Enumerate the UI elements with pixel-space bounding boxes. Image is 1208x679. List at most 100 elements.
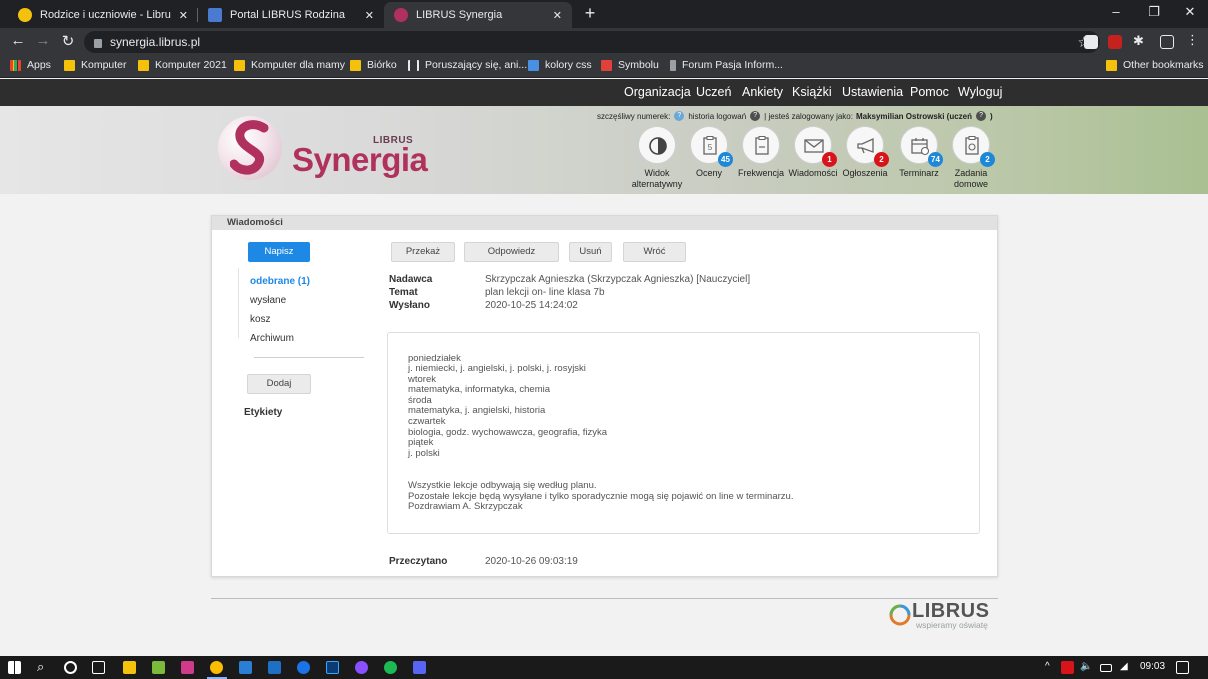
menu-ustawienia[interactable]: Ustawienia: [842, 85, 903, 99]
grades-icon: 5: [703, 136, 717, 155]
homework-icon: [965, 136, 979, 155]
site-favicon-icon: [670, 59, 676, 71]
help-icon[interactable]: ?: [750, 111, 761, 121]
bookmark-komputer[interactable]: Komputer: [64, 59, 127, 71]
app-icon[interactable]: [181, 661, 194, 674]
add-folder-button[interactable]: Dodaj: [247, 374, 311, 394]
new-tab-button[interactable]: +: [580, 3, 600, 24]
message-line: Wszystkie lekcje odbywają się według pla…: [408, 480, 597, 491]
icon-frekwencja[interactable]: Frekwencja: [731, 126, 791, 179]
wifi-icon[interactable]: ◢: [1120, 661, 1128, 672]
task-view-icon[interactable]: [92, 661, 105, 674]
folder-odebrane[interactable]: odebrane (1): [250, 276, 310, 287]
bookmark-label: Biórko: [367, 59, 397, 71]
attendance-icon: [755, 136, 769, 155]
puzzle-icon[interactable]: ✱: [1133, 33, 1147, 48]
brackets-icon: [408, 59, 419, 71]
close-icon[interactable]: ✕: [179, 9, 188, 22]
compose-button[interactable]: Napisz: [248, 242, 310, 262]
bookmark-forum[interactable]: Forum Pasja Inform...: [670, 59, 783, 71]
bookmark-biorko[interactable]: Biórko: [350, 59, 397, 71]
menu-ksiazki[interactable]: Książki: [792, 85, 832, 99]
bookmark-symbolu[interactable]: Symbolu: [601, 59, 659, 71]
spotify-icon[interactable]: [384, 661, 397, 674]
close-window-icon[interactable]: ✕: [1180, 4, 1200, 20]
minimize-icon[interactable]: –: [1106, 4, 1126, 19]
forward-button[interactable]: Przekaż: [391, 242, 455, 262]
librus-logo-icon: [889, 604, 911, 626]
menu-organizacja[interactable]: Organizacja: [624, 85, 691, 99]
address-bar[interactable]: synergia.librus.pl ☆: [84, 31, 1100, 53]
search-icon[interactable]: ⌕: [37, 659, 44, 675]
tray-chevron-icon[interactable]: ^: [1045, 661, 1050, 672]
tab-librus-synergia[interactable]: LIBRUS Synergia ✕: [384, 2, 572, 28]
megaphone-icon: [857, 137, 874, 154]
reload-icon[interactable]: ↻: [59, 32, 77, 50]
page-header: LIBRUS Synergia szczęśliwy numerek: ? hi…: [0, 106, 1208, 194]
folder-list-rule: [238, 268, 239, 338]
close-icon[interactable]: ✕: [553, 9, 562, 22]
extension-icon[interactable]: [1108, 35, 1122, 49]
app-icon[interactable]: [239, 661, 252, 674]
notifications-icon[interactable]: [1176, 661, 1189, 674]
cortana-icon[interactable]: [64, 661, 77, 674]
url-text: synergia.librus.pl: [110, 35, 201, 49]
reading-list-icon[interactable]: [1160, 35, 1174, 49]
icon-widok-alternatywny[interactable]: Widok alternatywny: [627, 126, 687, 190]
folder-icon: [64, 59, 75, 71]
back-button[interactable]: Wróć: [623, 242, 686, 262]
app-icon[interactable]: [413, 661, 426, 674]
login-history-link[interactable]: historia logowań: [688, 112, 746, 121]
bookmark-label: Komputer dla mamy: [251, 59, 345, 71]
footer-logo: LIBRUS wspieramy oświatę: [888, 600, 1000, 631]
messenger-icon[interactable]: [297, 661, 310, 674]
menu-uczen[interactable]: Uczeń: [696, 85, 731, 99]
bookmark-komputer-dla-mamy[interactable]: Komputer dla mamy: [234, 59, 345, 71]
battery-icon[interactable]: [1100, 664, 1112, 672]
extension-icon[interactable]: [1084, 35, 1098, 49]
back-arrow-icon[interactable]: ←: [9, 32, 27, 49]
forward-arrow-icon[interactable]: →: [34, 32, 52, 49]
close-icon[interactable]: ✕: [365, 9, 374, 22]
icon-label: Zadania domowe: [953, 168, 989, 189]
bookmark-apps[interactable]: Apps: [10, 59, 51, 71]
app-icon[interactable]: [152, 661, 165, 674]
bookmark-label: kolory css: [545, 59, 592, 71]
icon-oceny[interactable]: 5 45 Oceny: [679, 126, 739, 179]
tray-app-icon[interactable]: [1061, 661, 1074, 674]
folder-kosz[interactable]: kosz: [250, 314, 271, 325]
menu-wyloguj[interactable]: Wyloguj: [958, 85, 1002, 99]
clock[interactable]: 09:03: [1140, 661, 1165, 672]
photoshop-icon[interactable]: [326, 661, 339, 674]
librus-page: Organizacja Uczeń Ankiety Książki Ustawi…: [0, 79, 1208, 656]
mail-icon[interactable]: [268, 661, 281, 674]
tab-portal-librus[interactable]: Portal LIBRUS Rodzina ✕: [198, 2, 384, 28]
folder-wyslane[interactable]: wysłane: [250, 295, 286, 306]
restore-icon[interactable]: ❐: [1144, 4, 1164, 20]
chrome-icon[interactable]: [210, 661, 223, 674]
bookmark-kolory-css[interactable]: kolory css: [528, 59, 592, 71]
file-explorer-icon[interactable]: [123, 661, 136, 674]
bookmark-komputer-2021[interactable]: Komputer 2021: [138, 59, 227, 71]
delete-button[interactable]: Usuń: [569, 242, 612, 262]
app-icon[interactable]: [355, 661, 368, 674]
windows-start-icon[interactable]: [8, 661, 21, 674]
taskbar: ⌕ ^ 🔈 ◢ 09:03: [0, 656, 1208, 679]
folder-icon: [234, 59, 245, 71]
help-icon[interactable]: ?: [674, 111, 685, 121]
menu-ankiety[interactable]: Ankiety: [742, 85, 783, 99]
reply-button[interactable]: Odpowiedz: [464, 242, 559, 262]
bookmark-poruszajacy[interactable]: Poruszający się, ani...: [408, 59, 527, 71]
menu-pomoc[interactable]: Pomoc: [910, 85, 949, 99]
icon-ogloszenia[interactable]: 2 Ogłoszenia: [835, 126, 895, 179]
help-icon[interactable]: ?: [976, 111, 987, 121]
icon-wiadomosci[interactable]: 1 Wiadomości: [783, 126, 843, 179]
message-line: matematyka, j. angielski, historia: [408, 405, 546, 416]
icon-terminarz[interactable]: 74 Terminarz: [889, 126, 949, 179]
folder-archiwum[interactable]: Archiwum: [250, 333, 294, 344]
menu-dots-icon[interactable]: ⋮: [1186, 32, 1200, 47]
icon-zadania-domowe[interactable]: 2 Zadania domowe: [941, 126, 1001, 190]
tab-librus-rodzice[interactable]: Rodzice i uczniowie - Librus - sys ✕: [8, 2, 198, 28]
volume-icon[interactable]: 🔈: [1080, 661, 1092, 672]
bookmark-other[interactable]: Other bookmarks: [1106, 59, 1204, 71]
